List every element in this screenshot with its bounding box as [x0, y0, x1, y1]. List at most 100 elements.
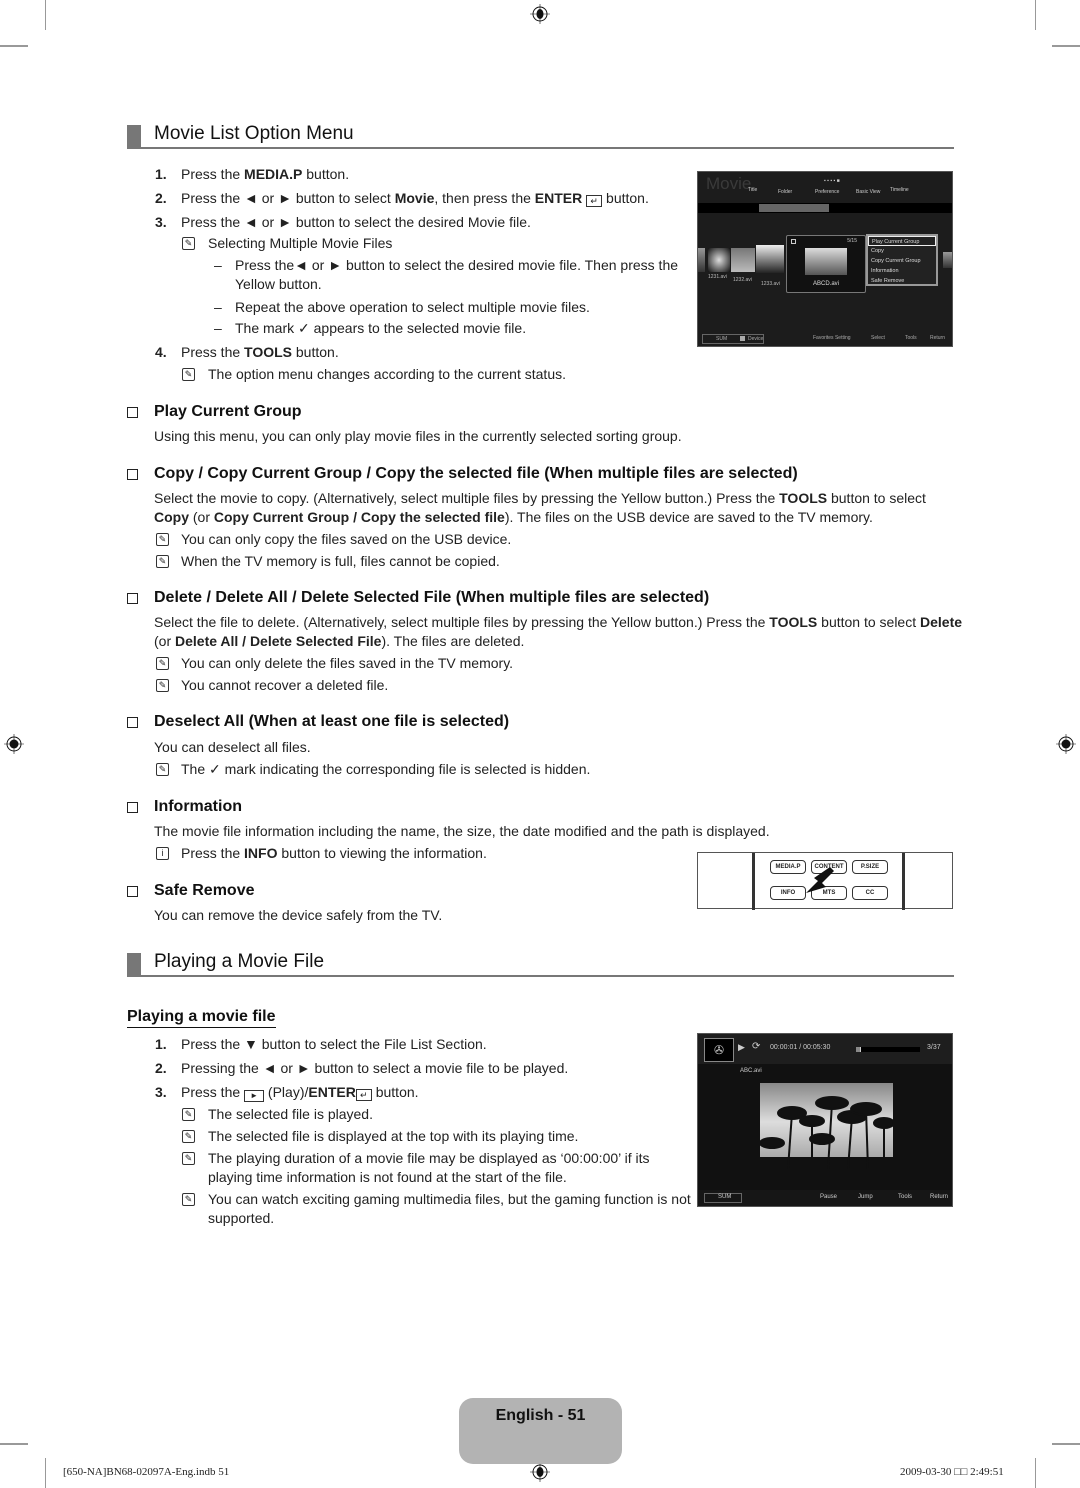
- player-footer: SUM Pause Jump Tools Return: [698, 1190, 952, 1206]
- footer-label: SUM: [716, 336, 728, 342]
- footer-label: Pause: [820, 1194, 838, 1200]
- note-icon: ✎: [156, 763, 169, 776]
- step-text: Press the ◄ or ► button to select Movie,…: [181, 190, 649, 207]
- option-body: Select the file to delete. (Alternativel…: [154, 614, 963, 630]
- bullet-text: Yellow button.: [235, 276, 322, 292]
- step-text: Press the ► (Play)/ENTER ↵ button.: [181, 1084, 419, 1102]
- play-time: 00:00:01 / 00:05:30: [770, 1044, 831, 1051]
- note-text: You cannot recover a deleted file.: [181, 677, 389, 693]
- thumbnail: [756, 245, 784, 273]
- movie-frame: [760, 1083, 893, 1169]
- file-name: 1231.avi: [708, 274, 727, 280]
- option-body: Using this menu, you can only play movie…: [154, 428, 682, 444]
- step-number: 3.: [155, 214, 167, 230]
- bullet-text: Press the◄ or ► button to select the des…: [235, 257, 679, 273]
- sort-band: [698, 203, 952, 213]
- repeat-icon: ⟳: [752, 1041, 761, 1052]
- note-text: You can only delete the files saved in t…: [181, 655, 514, 671]
- thumbnail: [708, 248, 730, 272]
- checkbox-bullet: [127, 593, 138, 604]
- sort-tab: Title: [748, 187, 758, 193]
- footer-label: Return: [930, 1194, 949, 1200]
- note-icon: ✎: [156, 657, 169, 670]
- pointer-arrow-icon: [806, 867, 834, 893]
- footer-label: Jump: [858, 1194, 873, 1200]
- menu-item: Information: [871, 268, 899, 274]
- remote-control-illustration: MEDIA.P CONTENT P.SIZE INFO MTS CC: [697, 852, 953, 910]
- page-dots: ▪ ▪ ▪ ▪ ■: [824, 178, 840, 184]
- note-text: The option menu changes according to the…: [208, 366, 566, 382]
- enter-icon: ↵: [355, 1089, 372, 1101]
- play-icon: ▶: [738, 1042, 745, 1052]
- note-text: The selected file is displayed at the to…: [208, 1128, 579, 1144]
- checkbox-bullet: [127, 717, 138, 728]
- play-button-icon: ►: [244, 1090, 265, 1102]
- info-note-icon: i: [156, 847, 169, 860]
- step-number: 2.: [155, 190, 167, 206]
- sort-tab: Basic View: [856, 189, 881, 195]
- device-icon: [740, 336, 745, 341]
- checkbox-bullet: [127, 886, 138, 897]
- sort-tab: Preference: [815, 189, 840, 195]
- file-counter: 5/15: [847, 238, 857, 244]
- checkbox-bullet: [127, 407, 138, 418]
- crop-mark: [0, 45, 28, 47]
- footer-label: SUM: [718, 1194, 732, 1200]
- option-body: Copy (or Copy Current Group / Copy the s…: [154, 509, 873, 525]
- registration-mark-icon: [4, 734, 24, 754]
- crop-mark: [45, 1458, 46, 1488]
- section-bar: [127, 125, 141, 149]
- registration-mark-icon: [1056, 734, 1076, 754]
- option-body: (or Delete All / Delete Selected File). …: [154, 633, 525, 649]
- divider: [902, 853, 905, 910]
- step-number: 1.: [155, 1036, 167, 1052]
- note-icon: ✎: [182, 368, 195, 381]
- note-text: The ✓ mark indicating the corresponding …: [181, 761, 591, 777]
- sort-tab: Folder: [778, 189, 793, 195]
- remote-button-p-size: P.SIZE: [852, 860, 888, 874]
- palm-silhouette: [760, 1096, 893, 1169]
- registration-mark-icon: [530, 4, 550, 24]
- thumbnail: [943, 252, 952, 268]
- page-number-badge: English - 51: [459, 1398, 622, 1464]
- note-text: You can only copy the files saved on the…: [181, 531, 512, 547]
- bullet-dash: –: [214, 299, 222, 315]
- option-body: You can deselect all files.: [154, 739, 311, 755]
- remote-button-cc: CC: [852, 886, 888, 900]
- enter-icon: ↵: [586, 195, 603, 207]
- section-title: Movie List Option Menu: [154, 123, 354, 144]
- thumbnail: [731, 248, 755, 272]
- bullet-text: The mark ✓ appears to the selected movie…: [235, 320, 527, 336]
- note-text: Press the INFO button to viewing the inf…: [181, 845, 487, 861]
- step-text: Press the TOOLS button.: [181, 344, 339, 360]
- footer-label: Select: [871, 335, 885, 341]
- progress-bar: [856, 1047, 920, 1052]
- note-icon: ✎: [182, 1130, 195, 1143]
- option-body: The movie file information including the…: [154, 823, 770, 839]
- section-title: Playing a Movie File: [154, 951, 325, 972]
- section-bar: [127, 953, 141, 977]
- option-title: Delete / Delete All / Delete Selected Fi…: [154, 589, 710, 606]
- page-number: English - 51: [495, 1407, 586, 1424]
- footer-label: Tools: [905, 335, 917, 341]
- note-icon: ✎: [182, 1193, 195, 1206]
- step-number: 4.: [155, 344, 167, 360]
- screen-footer: SUM Device Favorites Setting Select Tool…: [698, 332, 952, 346]
- footer-label: Favorites Setting: [813, 335, 851, 341]
- bullet-text: Repeat the above operation to select mul…: [235, 299, 590, 315]
- crop-mark: [1035, 1458, 1036, 1488]
- step-text: Press the ▼ button to select the File Li…: [181, 1036, 487, 1052]
- option-title: Safe Remove: [154, 882, 255, 899]
- note-text: playing time information is not found at…: [208, 1169, 567, 1185]
- crop-mark: [0, 1443, 28, 1445]
- note-text: The playing duration of a movie file may…: [208, 1150, 650, 1166]
- option-body: You can remove the device safely from th…: [154, 907, 443, 923]
- bullet-dash: –: [214, 320, 222, 336]
- menu-item: Copy Current Group: [871, 258, 921, 264]
- step-text: Press the ◄ or ► button to select the de…: [181, 214, 531, 230]
- note-icon: ✎: [182, 1152, 195, 1165]
- option-body: Select the movie to copy. (Alternatively…: [154, 490, 926, 506]
- crop-mark: [45, 0, 46, 30]
- file-name: ABC.avi: [740, 1068, 762, 1074]
- checkbox: [791, 239, 796, 244]
